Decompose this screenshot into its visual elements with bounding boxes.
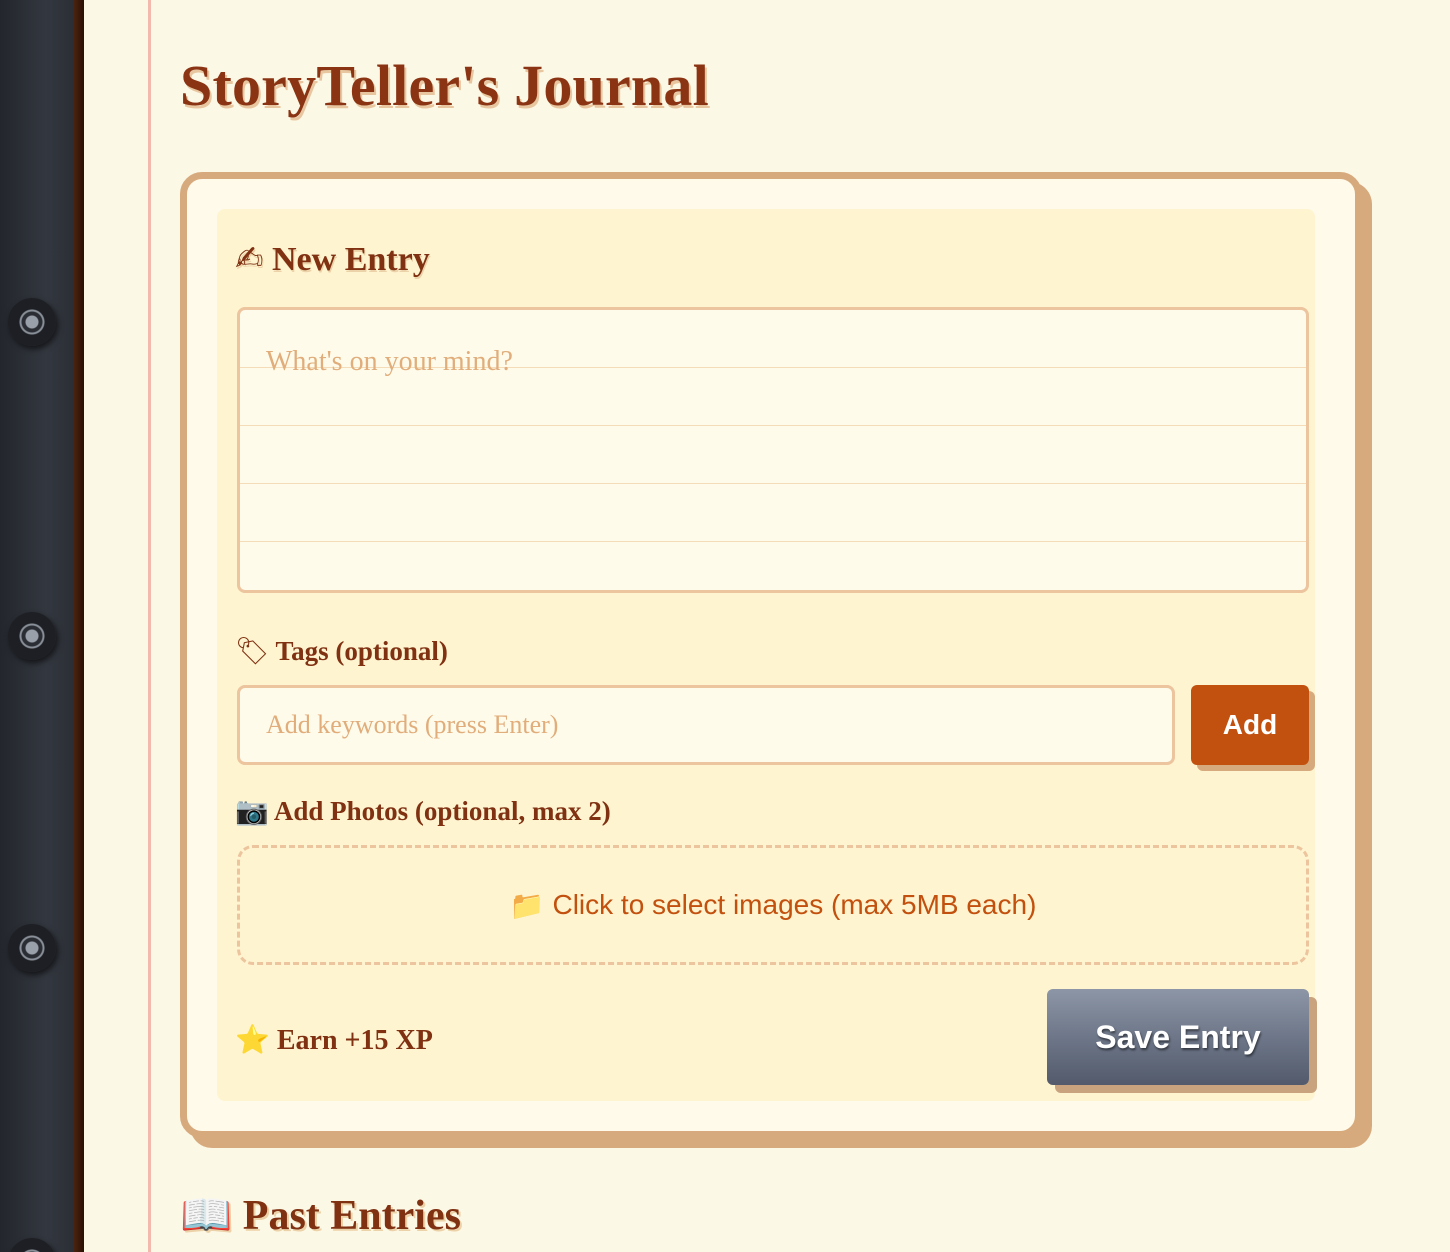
photo-dropzone-text: Click to select images (max 5MB each)	[552, 889, 1037, 920]
binder-spine	[0, 0, 84, 1252]
page-margin-line	[148, 0, 151, 1252]
spine-edge	[74, 0, 84, 1252]
writing-hand-icon: ✍	[235, 239, 264, 279]
tag-icon: 🏷	[235, 636, 270, 667]
tags-input[interactable]: Add keywords (press Enter)	[237, 685, 1175, 765]
star-icon: ⭐	[235, 1023, 270, 1056]
new-entry-card: ✍ New Entry What's on your mind? 🏷 Tags …	[180, 172, 1362, 1138]
entry-textarea[interactable]: What's on your mind?	[237, 307, 1309, 593]
save-entry-button[interactable]: Save Entry	[1047, 989, 1309, 1085]
new-entry-heading: ✍ New Entry	[235, 239, 430, 279]
add-tag-button[interactable]: Add	[1191, 685, 1309, 765]
tags-input-placeholder: Add keywords (press Enter)	[266, 710, 559, 739]
tags-label: 🏷 Tags (optional)	[235, 635, 448, 667]
open-book-icon: 📖	[180, 1190, 233, 1239]
folder-icon: 📁	[509, 888, 545, 922]
past-entries-heading-text: Past Entries	[242, 1193, 461, 1239]
binder-ring	[8, 1238, 56, 1252]
binder-ring	[8, 612, 56, 660]
photo-dropzone[interactable]: 📁 Click to select images (max 5MB each)	[237, 845, 1309, 965]
binder-ring	[8, 924, 56, 972]
entry-textarea-placeholder: What's on your mind?	[266, 346, 513, 377]
new-entry-heading-text: New Entry	[272, 241, 430, 278]
photos-label: 📷 Add Photos (optional, max 2)	[235, 795, 611, 827]
page-title: StoryTeller's Journal	[180, 53, 709, 118]
camera-icon: 📷	[235, 796, 269, 827]
xp-reward: ⭐ Earn +15 XP	[235, 1023, 433, 1057]
tags-label-text: Tags (optional)	[275, 636, 448, 666]
binder-ring	[8, 298, 56, 346]
photos-label-text: Add Photos (optional, max 2)	[273, 796, 611, 826]
past-entries-heading: 📖 Past Entries	[180, 1190, 461, 1240]
xp-reward-text: Earn +15 XP	[276, 1025, 433, 1056]
